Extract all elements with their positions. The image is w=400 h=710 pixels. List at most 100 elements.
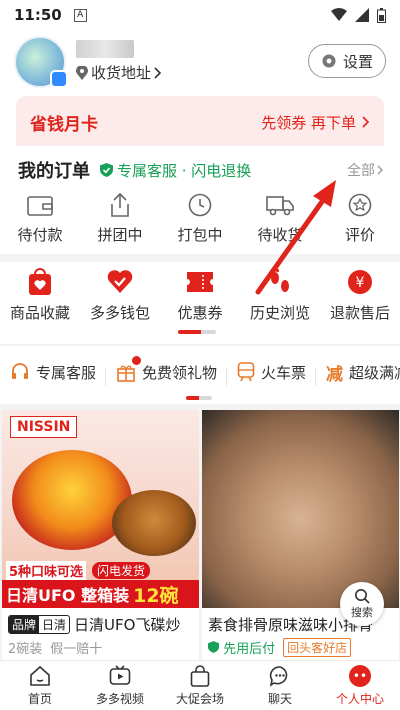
nav-label: 个人中心 — [335, 692, 384, 706]
service-item-discount[interactable]: 减 超级满减 — [316, 360, 400, 385]
status-icons — [331, 7, 386, 23]
order-item-packing[interactable]: 打包中 — [160, 192, 240, 248]
quick-item-coupons[interactable]: 优惠券 — [160, 268, 240, 328]
quick-access-row: 商品收藏 多多钱包 优惠券 历史浏览 ¥ 退款售后 — [0, 268, 400, 328]
username-redacted — [76, 40, 134, 58]
product-promo-banner: 日清UFO 整箱装 12碗 — [2, 580, 199, 608]
order-item-label: 拼团中 — [97, 226, 143, 244]
settings-label: 设置 — [342, 52, 373, 71]
train-icon — [237, 362, 255, 382]
service-item-free-gift[interactable]: 免费领礼物 — [106, 355, 228, 386]
order-item-awaiting-delivery[interactable]: 待收货 — [240, 192, 320, 248]
promo-banner-count: 12碗 — [133, 584, 179, 607]
product-meta-pay-later: 先用后付 — [208, 638, 275, 657]
noodle-bowl-image — [112, 490, 196, 556]
notification-a-icon: A — [73, 8, 87, 22]
refund-icon: ¥ — [348, 270, 372, 294]
floating-search-button[interactable]: 搜索 — [340, 582, 384, 626]
quick-item-refunds[interactable]: ¥ 退款售后 — [320, 268, 400, 328]
product-image[interactable]: NISSIN 5种口味可选 闪电发货 日清UFO 整箱装 12碗 — [2, 410, 199, 608]
product-title-text: 日清UFO飞碟炒 — [74, 616, 181, 634]
my-orders-panel: 我的订单 专属客服 · 闪电退换 全部 待付款 拼团中 打包中 待收货 评价 — [0, 146, 400, 254]
money-card-title: 省钱月卡 — [30, 114, 98, 135]
view-all-label: 全部 — [347, 163, 375, 179]
order-status-row: 待付款 拼团中 打包中 待收货 评价 — [0, 192, 400, 248]
nav-profile[interactable]: •• 个人中心 — [320, 661, 400, 710]
money-saving-card[interactable]: 省钱月卡 先领券 再下单 — [16, 96, 384, 148]
shield-check-icon — [100, 163, 113, 177]
shopping-bag-icon — [190, 665, 210, 687]
bag-heart-icon — [29, 268, 51, 295]
clock-icon — [188, 193, 212, 217]
notification-dot — [132, 355, 142, 365]
service-item-label: 免费领礼物 — [142, 363, 218, 382]
nav-label: 大促会场 — [175, 692, 224, 706]
profile-header: 收货地址 设置 — [14, 36, 386, 88]
discount-icon: 减 — [326, 364, 344, 385]
settings-button[interactable]: 设置 — [307, 44, 386, 78]
gift-icon — [117, 365, 135, 382]
nav-chat[interactable]: 聊天 — [240, 661, 320, 710]
orders-title: 我的订单 — [18, 161, 90, 182]
quick-item-label: 历史浏览 — [249, 304, 310, 322]
order-item-label: 打包中 — [177, 226, 223, 244]
coupon-icon — [187, 272, 213, 292]
order-item-label: 评价 — [344, 226, 375, 244]
nav-label: 聊天 — [267, 692, 292, 706]
video-icon — [109, 665, 131, 685]
quick-row-scroll-indicator — [178, 330, 216, 334]
product-meta-pay-later-label: 先用后付 — [223, 642, 276, 657]
service-item-train-tickets[interactable]: 火车票 — [227, 362, 317, 386]
chevron-right-icon — [154, 66, 162, 79]
service-item-label: 专属客服 — [36, 363, 97, 382]
order-item-group-buy[interactable]: 拼团中 — [80, 192, 160, 248]
promo-flavors: 5种口味可选 — [6, 560, 87, 580]
nav-video[interactable]: 多多视频 — [80, 661, 160, 710]
gear-icon — [322, 54, 336, 68]
order-item-review[interactable]: 评价 — [320, 192, 400, 248]
bottom-nav: 首页 多多视频 大促会场 聊天 •• 个人中心 — [0, 660, 400, 710]
signal-icon — [355, 8, 369, 22]
nav-home[interactable]: 首页 — [0, 661, 80, 710]
battery-icon — [377, 7, 386, 23]
service-tag[interactable]: 专属客服 · 闪电退换 — [100, 160, 251, 181]
home-icon — [30, 665, 50, 686]
wifi-icon — [331, 8, 347, 21]
quick-item-favorites[interactable]: 商品收藏 — [0, 268, 80, 328]
money-card-link[interactable]: 先领券 再下单 — [261, 112, 370, 133]
service-item-label: 火车票 — [261, 363, 307, 382]
order-item-pending-payment[interactable]: 待付款 — [0, 192, 80, 248]
nav-label: 多多视频 — [95, 692, 144, 706]
quick-item-wallet[interactable]: 多多钱包 — [80, 268, 160, 328]
chat-icon — [269, 666, 288, 687]
product-meta: 先用后付 回头客好店 — [208, 638, 398, 657]
chevron-right-icon — [377, 165, 383, 175]
quick-item-label: 商品收藏 — [9, 304, 70, 322]
order-item-label: 待收货 — [257, 226, 303, 244]
location-pin-icon — [76, 65, 88, 80]
product-title[interactable]: 品牌 日清 日清UFO飞碟炒 — [8, 614, 196, 635]
nissin-logo: NISSIN — [10, 416, 78, 438]
nav-label: 首页 — [27, 692, 52, 706]
profile-icon: •• — [349, 665, 371, 687]
truck-icon — [266, 196, 294, 216]
nav-promotions[interactable]: 大促会场 — [160, 661, 240, 710]
quick-item-label: 多多钱包 — [89, 304, 150, 322]
quick-item-label: 退款售后 — [329, 304, 390, 322]
view-all-orders-link[interactable]: 全部 — [347, 160, 384, 180]
quick-item-history[interactable]: 历史浏览 — [240, 268, 320, 328]
search-icon — [355, 589, 370, 604]
promo-shipping: 闪电发货 — [92, 561, 151, 579]
quick-item-label: 优惠券 — [177, 304, 223, 322]
promo-banner-text: 日清UFO 整箱装 — [6, 586, 130, 605]
product-meta-store-tag: 回头客好店 — [283, 638, 352, 657]
footprint-icon — [271, 268, 289, 292]
brand-tag-name: 日清 — [42, 618, 67, 632]
product-image[interactable] — [202, 410, 399, 608]
address-label: 收货地址 — [91, 64, 152, 82]
product-card[interactable]: NISSIN 5种口味可选 闪电发货 日清UFO 整箱装 12碗 品牌 日清 日… — [2, 410, 199, 660]
product-promo-strip: 5种口味可选 闪电发货 — [2, 560, 199, 580]
address-link[interactable]: 收货地址 — [76, 62, 162, 83]
product-meta-pack: 2碗装 — [8, 642, 43, 657]
service-item-customer-service[interactable]: 专属客服 — [0, 362, 107, 386]
